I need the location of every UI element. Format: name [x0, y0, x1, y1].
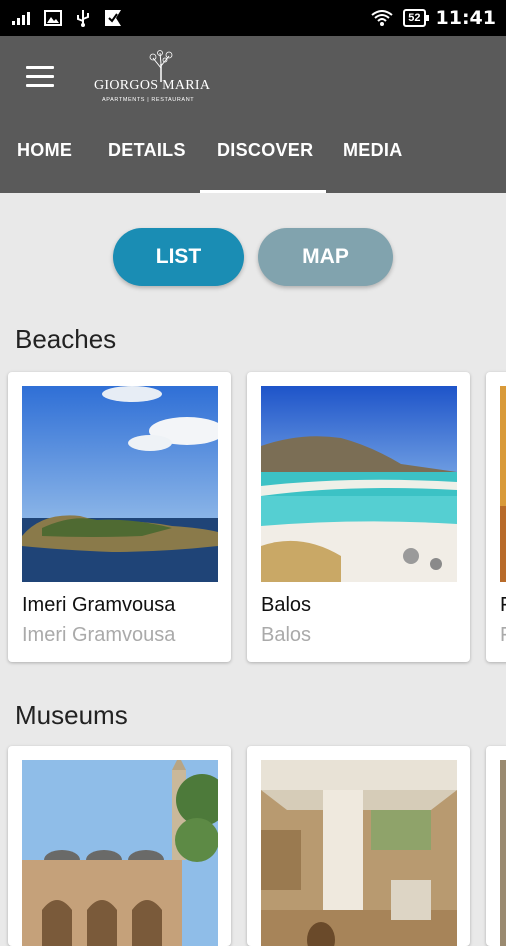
place-title: Imeri Gramvousa [22, 594, 176, 616]
place-title: Balos [261, 594, 312, 616]
place-image [500, 760, 506, 946]
place-card[interactable] [486, 746, 506, 946]
logo-subtitle: APARTMENTS | RESTAURANT [102, 97, 195, 103]
app-bar: GIORGOS MARIA APARTMENTS | RESTAURANT HO… [0, 36, 506, 193]
tab-home[interactable]: HOME [17, 140, 72, 180]
tab-discover[interactable]: DISCOVER [217, 140, 313, 180]
place-image [500, 386, 506, 582]
active-tab-indicator [200, 190, 326, 193]
place-subtitle: F [500, 624, 506, 647]
place-card[interactable] [247, 746, 470, 946]
place-image [261, 760, 457, 946]
section-title-beaches: Beaches [15, 324, 117, 354]
place-card[interactable]: Balos Balos [247, 372, 470, 662]
place-subtitle: Balos [261, 624, 312, 646]
battery-icon: 52 [403, 9, 429, 27]
place-subtitle: Imeri Gramvousa [22, 624, 176, 646]
signal-icon [12, 12, 30, 25]
list-button[interactable]: LIST [113, 228, 244, 286]
section-title-museums: Museums [15, 700, 128, 730]
tab-bar: HOME DETAILS DISCOVER MEDIA [0, 132, 506, 193]
usb-icon [77, 10, 89, 27]
logo-text: GIORGOS MARIA [94, 78, 211, 93]
wifi-icon [371, 10, 393, 26]
tab-details[interactable]: DETAILS [108, 140, 186, 180]
image-icon [44, 10, 62, 26]
place-image [22, 386, 218, 582]
tab-media[interactable]: MEDIA [343, 140, 403, 180]
place-title: F [500, 594, 506, 617]
menu-icon[interactable] [26, 66, 54, 88]
clock: 11:41 [435, 7, 496, 29]
place-card[interactable]: F F [486, 372, 506, 662]
map-button[interactable]: MAP [258, 228, 393, 286]
logo: GIORGOS MARIA APARTMENTS | RESTAURANT [94, 50, 224, 118]
place-card[interactable] [8, 746, 231, 946]
place-image [261, 386, 457, 582]
place-image [22, 760, 218, 946]
check-flag-icon [105, 10, 121, 26]
place-card[interactable]: Imeri Gramvousa Imeri Gramvousa [8, 372, 231, 662]
status-bar: 52 11:41 [0, 0, 506, 36]
